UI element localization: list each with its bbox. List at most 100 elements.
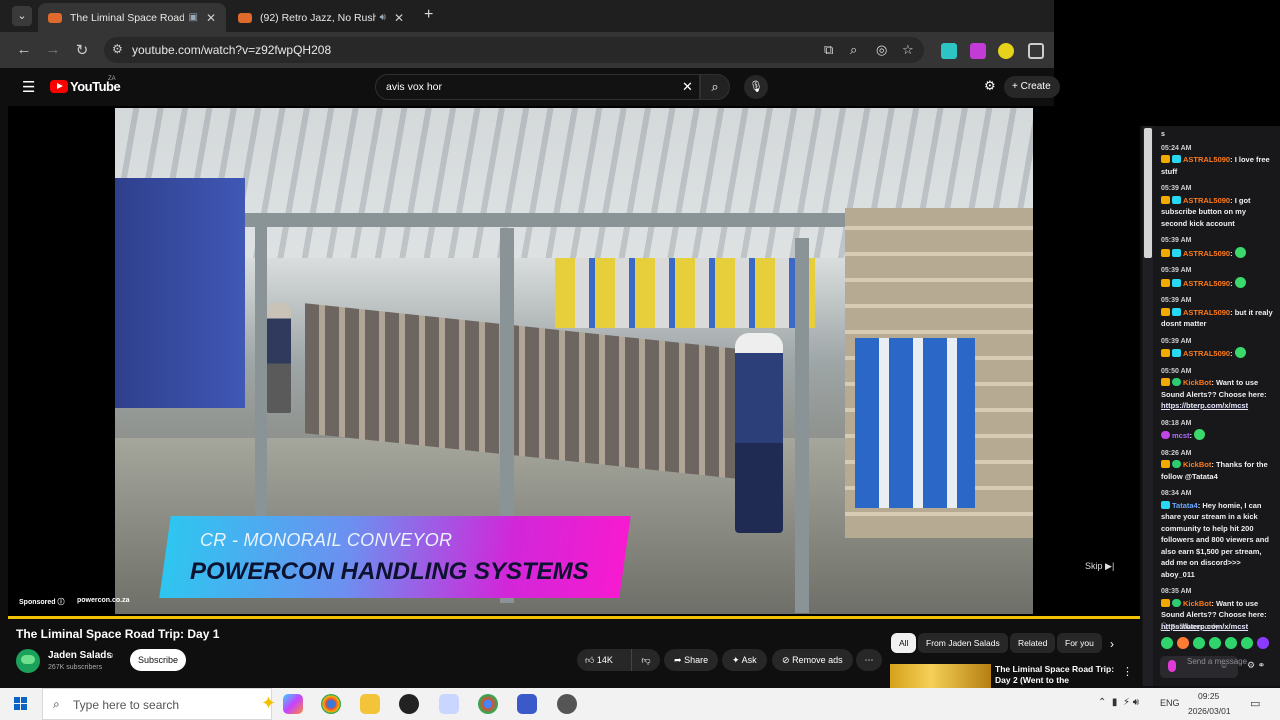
audio-playing-icon[interactable]: 🔊︎ bbox=[380, 12, 386, 23]
chip-related[interactable]: Related bbox=[1010, 633, 1056, 653]
copilot-icon[interactable] bbox=[283, 694, 303, 714]
chip-from-channel[interactable]: From Jaden Salads bbox=[918, 633, 1008, 653]
remove-ads-button[interactable]: ⊘ Remove ads bbox=[772, 649, 853, 671]
app-icon[interactable] bbox=[557, 694, 577, 714]
thumbs-up-icon: 👍︎ bbox=[585, 655, 595, 665]
language-indicator[interactable]: ENG bbox=[1160, 698, 1180, 708]
sponsor-url[interactable]: powercon.co.za bbox=[77, 597, 130, 604]
clear-search-icon[interactable]: ✕ bbox=[682, 79, 693, 95]
chevron-right-icon[interactable]: › bbox=[1110, 637, 1114, 651]
chat-mic-icon[interactable] bbox=[1168, 660, 1176, 672]
badge-icon bbox=[1172, 248, 1181, 257]
chat-username[interactable]: KickBot bbox=[1183, 599, 1211, 608]
chat-username[interactable]: mcst bbox=[1172, 431, 1190, 440]
extension-2-icon[interactable] bbox=[970, 43, 986, 59]
ask-button[interactable]: ✦ Ask bbox=[722, 649, 767, 671]
windows-start-icon[interactable] bbox=[14, 697, 28, 711]
emote-icon[interactable] bbox=[1241, 637, 1253, 649]
eye-off-icon[interactable]: ◎ bbox=[876, 42, 887, 58]
skip-ad-button[interactable]: Skip ▶| bbox=[1085, 561, 1114, 572]
badge-icon bbox=[1161, 195, 1170, 204]
emote-icon[interactable] bbox=[1193, 637, 1205, 649]
new-tab-plus-icon[interactable]: + bbox=[424, 6, 433, 24]
back-icon[interactable]: ← bbox=[15, 41, 33, 58]
chip-all[interactable]: All bbox=[891, 633, 917, 653]
word-icon[interactable] bbox=[517, 694, 537, 714]
forward-icon[interactable]: → bbox=[44, 41, 62, 58]
emote-icon[interactable] bbox=[1177, 637, 1189, 649]
chrome-profile-icon[interactable] bbox=[478, 694, 498, 714]
chat-username[interactable]: Tatata4 bbox=[1172, 501, 1198, 510]
notification-icon[interactable]: ▭ bbox=[1250, 697, 1260, 710]
taskbar-search-placeholder[interactable]: Type here to search bbox=[73, 698, 179, 712]
voice-search-mic-icon[interactable]: 🎙︎ bbox=[744, 75, 768, 99]
chip-for-you[interactable]: For you bbox=[1057, 633, 1102, 653]
chat-input-placeholder[interactable]: Send a message bbox=[1187, 657, 1247, 666]
video-progress-bar[interactable] bbox=[8, 616, 1140, 619]
url-text[interactable]: youtube.com/watch?v=z92fwpQH208 bbox=[132, 43, 331, 57]
reload-icon[interactable]: ↻ bbox=[73, 41, 91, 59]
like-button[interactable]: 👍︎ 14K bbox=[577, 649, 629, 671]
chat-username[interactable]: KickBot bbox=[1183, 460, 1211, 469]
chrome-icon[interactable] bbox=[321, 694, 341, 714]
badge-icon bbox=[1161, 500, 1170, 509]
search-value[interactable]: avis vox hor bbox=[386, 81, 442, 93]
chat-username[interactable]: ASTRAL5090 bbox=[1183, 196, 1230, 205]
recommended-thumbnail[interactable] bbox=[890, 664, 991, 688]
more-actions-icon[interactable]: ⋯ bbox=[856, 649, 882, 671]
youtube-logo-icon[interactable] bbox=[50, 80, 68, 93]
dislike-button[interactable]: 👎︎ bbox=[631, 649, 660, 671]
extension-1-icon[interactable] bbox=[941, 43, 957, 59]
chat-username[interactable]: ASTRAL5090 bbox=[1183, 308, 1230, 317]
app-icon[interactable] bbox=[439, 694, 459, 714]
zoom-icon[interactable]: ⌕ bbox=[850, 42, 857, 58]
chat-timestamp: 08:18 AM bbox=[1161, 419, 1192, 427]
ask-label: Ask bbox=[741, 655, 757, 665]
chat-username[interactable]: ASTRAL5090 bbox=[1183, 349, 1230, 358]
emote-icon[interactable] bbox=[1209, 637, 1221, 649]
chat-username[interactable]: KickBot bbox=[1183, 378, 1211, 387]
clock-date[interactable]: 2026/03/01 bbox=[1188, 706, 1231, 716]
search-button[interactable]: ⌕ bbox=[700, 74, 730, 100]
search-input[interactable]: avis vox hor ✕ bbox=[375, 74, 700, 100]
channel-name[interactable]: Jaden Salads bbox=[48, 650, 112, 661]
chat-username[interactable]: ASTRAL5090 bbox=[1183, 249, 1230, 258]
sparkle-icon: ✦ bbox=[732, 655, 740, 665]
hamburger-menu-icon[interactable]: ☰ bbox=[22, 78, 35, 96]
channel-avatar[interactable] bbox=[16, 649, 40, 673]
badge-icon bbox=[1172, 378, 1181, 386]
emote-icon[interactable] bbox=[1225, 637, 1237, 649]
tab-search-chevron-icon[interactable]: ⌄ bbox=[12, 6, 32, 26]
file-explorer-icon[interactable] bbox=[360, 694, 380, 714]
badge-icon bbox=[1161, 248, 1170, 257]
browser-toolbar: ← → ↻ ⚙ youtube.com/watch?v=z92fwpQH208 … bbox=[0, 32, 1054, 68]
tab-retro-jazz[interactable]: (92) Retro Jazz, No Rush To 🔊︎ ✕ bbox=[228, 3, 414, 32]
video-title: The Liminal Space Road Trip: Day 1 bbox=[16, 627, 220, 641]
chat-settings-icon[interactable]: ⚙ ⚭ bbox=[1247, 660, 1265, 671]
system-tray-icons[interactable]: ⌃ ▮ ⚡ 🔊︎ bbox=[1098, 697, 1139, 708]
tab-liminal-space[interactable]: The Liminal Space Road Trip ▣ ✕ bbox=[38, 3, 226, 32]
recommended-more-icon[interactable]: ⋮ bbox=[1122, 665, 1133, 678]
chat-link[interactable]: https://bterp.com/x/mcst bbox=[1161, 401, 1248, 410]
chat-username[interactable]: ASTRAL5090 bbox=[1183, 279, 1230, 288]
bookmark-star-icon[interactable]: ☆ bbox=[902, 42, 914, 58]
settings-gear-icon[interactable]: ⚙ bbox=[984, 78, 996, 94]
close-tab-icon[interactable]: ✕ bbox=[394, 11, 404, 25]
share-button[interactable]: ➦ Share bbox=[664, 649, 719, 671]
close-tab-icon[interactable]: ✕ bbox=[206, 11, 216, 25]
clock-time[interactable]: 09:25 bbox=[1198, 691, 1219, 701]
subscribe-button[interactable]: Subscribe bbox=[130, 649, 186, 671]
emote-icon[interactable] bbox=[1257, 637, 1269, 649]
extension-3-icon[interactable] bbox=[998, 43, 1014, 59]
chat-scrollbar-thumb[interactable] bbox=[1144, 128, 1152, 258]
emoji-icon[interactable]: ☺ bbox=[1220, 661, 1228, 670]
address-bar[interactable]: ⚙ youtube.com/watch?v=z92fwpQH208 ⧉ ⌕ ◎ … bbox=[104, 37, 924, 63]
site-info-icon[interactable]: ⚙ bbox=[112, 42, 123, 56]
emote-icon[interactable] bbox=[1161, 637, 1173, 649]
taskbar-search-box[interactable]: ⌕ Type here to search ✦ bbox=[42, 688, 276, 720]
extensions-puzzle-icon[interactable] bbox=[1028, 43, 1044, 59]
obs-icon[interactable] bbox=[399, 694, 419, 714]
create-button[interactable]: + Create bbox=[1004, 76, 1060, 98]
cast-icon[interactable]: ⧉ bbox=[824, 42, 833, 58]
chat-username[interactable]: ASTRAL5090 bbox=[1183, 155, 1230, 164]
